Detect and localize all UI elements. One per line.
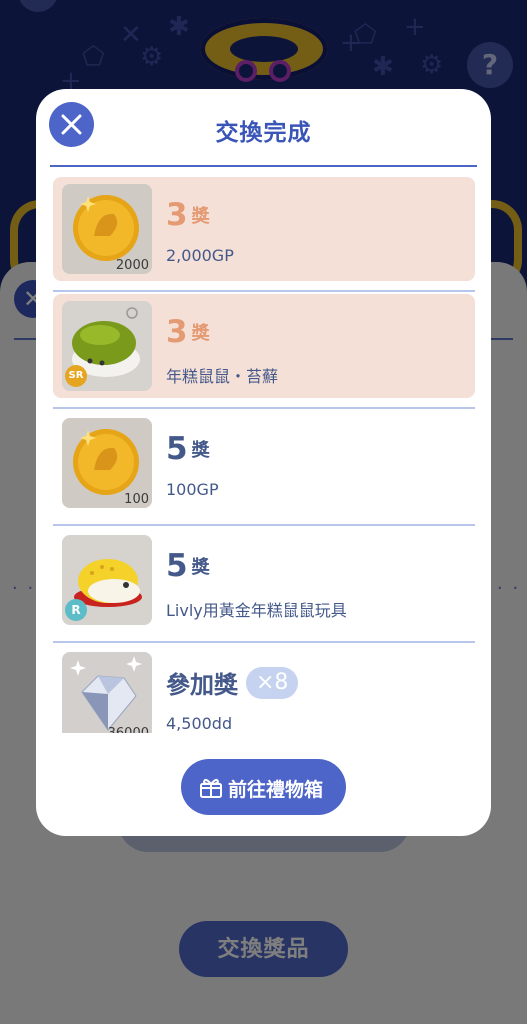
reward-row: 36000 參加獎×8 4,500dd xyxy=(53,643,475,733)
item-name: 年糕鼠鼠・苔蘚 xyxy=(166,367,279,386)
prize-rank: 參加獎 ×8 xyxy=(166,665,299,700)
item-name: 100GP xyxy=(166,480,219,499)
gold-coin-icon: 2000 xyxy=(62,184,152,274)
item-name: Livly用黃金年糕鼠鼠玩具 xyxy=(166,601,347,620)
gift-button-label: 前往禮物箱 xyxy=(228,780,324,801)
diamond-icon: 36000 xyxy=(62,652,152,733)
rarity-badge-sr: SR xyxy=(65,365,87,387)
gold-coin-icon: 100 xyxy=(62,418,152,508)
quantity-badge: ×8 xyxy=(246,666,299,699)
dialog-title: 交換完成 xyxy=(215,120,312,146)
quantity-label: 100 xyxy=(124,492,149,507)
reward-row: R 5獎 Livly用黃金年糕鼠鼠玩具 xyxy=(53,526,475,643)
rarity-badge-r: R xyxy=(65,599,87,621)
golden-mochi-mouse-toy-icon: R xyxy=(62,535,152,625)
title-divider xyxy=(50,165,477,167)
exchange-complete-dialog: 交換完成 2000 3獎 2,000GP SR 3 獎 年糕鼠鼠・苔蘚 100 … xyxy=(36,89,491,836)
quantity-label: 36000 xyxy=(108,726,149,733)
item-name: 2,000GP xyxy=(166,246,234,265)
reward-row: 2000 3獎 2,000GP xyxy=(53,175,475,292)
gift-box-icon xyxy=(200,778,222,798)
moss-mochi-mouse-icon: SR xyxy=(62,301,152,391)
reward-row: 100 5獎 100GP xyxy=(53,409,475,526)
prize-rank: 3獎 xyxy=(166,314,210,350)
prize-rank: 5獎 xyxy=(166,548,210,584)
item-name: 4,500dd xyxy=(166,714,233,733)
quantity-label: 2000 xyxy=(115,258,149,273)
prize-rank: 5獎 xyxy=(166,431,210,467)
reward-row: SR 3獎 年糕鼠鼠・苔蘚 xyxy=(53,292,475,409)
reward-list[interactable]: 2000 3獎 2,000GP SR 3 獎 年糕鼠鼠・苔蘚 100 5 獎 1… xyxy=(53,175,475,733)
go-to-gift-box-button[interactable]: 前往禮物箱 xyxy=(181,759,346,815)
prize-rank: 3獎 xyxy=(166,197,210,233)
